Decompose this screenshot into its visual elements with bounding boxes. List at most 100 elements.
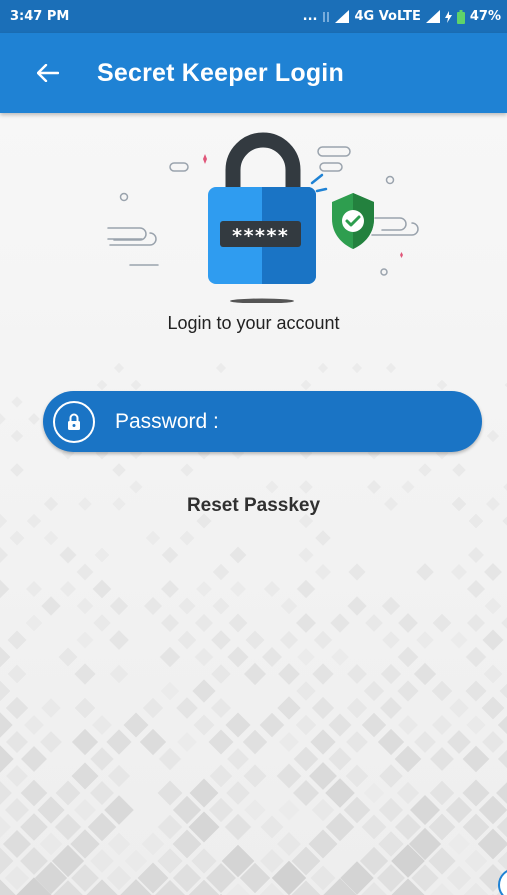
pattern-diamond [124, 849, 148, 873]
pattern-diamond [413, 662, 437, 686]
pattern-diamond [313, 630, 333, 650]
status-dots: ... [302, 9, 318, 24]
pattern-diamond [109, 630, 129, 650]
pattern-diamond [343, 796, 371, 824]
pattern-diamond [71, 762, 99, 790]
pattern-diamond [92, 579, 112, 599]
pattern-diamond [40, 731, 62, 753]
pattern-diamond [145, 530, 161, 546]
page-title: Secret Keeper Login [97, 58, 344, 87]
pattern-diamond [90, 849, 114, 873]
pattern-diamond [296, 681, 316, 701]
pattern-diamond [224, 813, 252, 841]
pattern-diamond [94, 547, 110, 563]
pattern-diamond [229, 546, 247, 564]
pattern-diamond [196, 581, 212, 597]
pattern-diamond [0, 646, 11, 668]
pattern-diamond [482, 731, 504, 753]
pattern-diamond [292, 779, 320, 807]
pattern-diamond [465, 680, 487, 702]
pattern-diamond [10, 429, 24, 443]
pattern-diamond [208, 729, 234, 755]
pattern-diamond [315, 564, 331, 580]
back-button[interactable] [28, 53, 68, 93]
pattern-diamond [227, 646, 249, 668]
pattern-diamond [499, 683, 507, 699]
pattern-diamond [228, 613, 248, 633]
pattern-diamond [74, 697, 96, 719]
pattern-diamond [244, 799, 266, 821]
pattern-diamond [113, 362, 125, 374]
pattern-diamond [501, 617, 507, 629]
pattern-diamond [262, 647, 282, 667]
pattern-diamond [177, 630, 197, 650]
pattern-diamond [180, 463, 194, 477]
pattern-diamond [193, 714, 215, 736]
pattern-diamond [293, 746, 319, 772]
pattern-diamond [280, 631, 298, 649]
pattern-diamond [298, 547, 314, 563]
pattern-diamond [361, 814, 387, 840]
pattern-diamond [497, 749, 507, 769]
pattern-diamond [445, 796, 473, 824]
pattern-diamond [141, 832, 165, 856]
pattern-diamond [176, 697, 198, 719]
pattern-diamond [41, 698, 61, 718]
pattern-diamond [6, 765, 28, 787]
pattern-diamond [431, 714, 453, 736]
pattern-diamond [279, 732, 299, 752]
pattern-diamond [159, 646, 181, 668]
reset-passkey-link[interactable]: Reset Passkey [0, 495, 507, 517]
pattern-diamond [394, 745, 422, 773]
pattern-diamond [39, 832, 63, 856]
pattern-diamond [462, 779, 490, 807]
masked-password-text: ***** [231, 225, 288, 247]
pattern-diamond [26, 581, 42, 597]
pattern-diamond [451, 564, 467, 580]
pattern-diamond [157, 848, 183, 874]
pattern-diamond [215, 362, 227, 374]
pattern-diamond [317, 362, 329, 374]
status-bar: 3:47 PM ... 4G VoLTE 47% [0, 0, 507, 33]
pattern-diamond [382, 631, 400, 649]
pattern-diamond [160, 681, 180, 701]
pattern-diamond [0, 579, 10, 599]
pattern-diamond [377, 728, 405, 756]
pattern-diamond [397, 646, 419, 668]
pattern-diamond [378, 797, 404, 823]
network-label: 4G VoLTE [354, 9, 421, 24]
pattern-diamond [397, 680, 419, 702]
arrow-left-icon [37, 64, 59, 82]
pattern-diamond [7, 630, 27, 650]
pattern-diamond [10, 463, 24, 477]
pattern-diamond [277, 832, 301, 856]
pattern-diamond [143, 596, 163, 616]
pattern-diamond [41, 596, 61, 616]
pattern-diamond [263, 580, 281, 598]
pattern-diamond [346, 697, 368, 719]
signal-icon [335, 10, 350, 23]
pattern-diamond [328, 713, 352, 737]
battery-icon [456, 9, 465, 24]
pattern-diamond [278, 663, 300, 685]
password-input[interactable]: Password : [43, 391, 482, 452]
pattern-diamond [54, 813, 82, 841]
pattern-diamond [416, 631, 434, 649]
pattern-diamond [90, 781, 114, 805]
pattern-diamond [43, 530, 59, 546]
pattern-diamond [212, 597, 230, 615]
pattern-diamond [312, 663, 334, 685]
pattern-diamond [76, 563, 94, 581]
pattern-diamond [0, 781, 12, 805]
pattern-diamond [211, 630, 231, 650]
pattern-diamond [178, 597, 196, 615]
pattern-diamond [179, 530, 195, 546]
pattern-diamond [481, 696, 505, 720]
pattern-diamond [21, 746, 47, 772]
pattern-diamond [330, 613, 350, 633]
pattern-diamond [465, 646, 487, 668]
pattern-diamond [37, 796, 65, 824]
pattern-diamond [28, 413, 40, 425]
pattern-diamond [161, 546, 179, 564]
pattern-diamond [482, 629, 504, 651]
